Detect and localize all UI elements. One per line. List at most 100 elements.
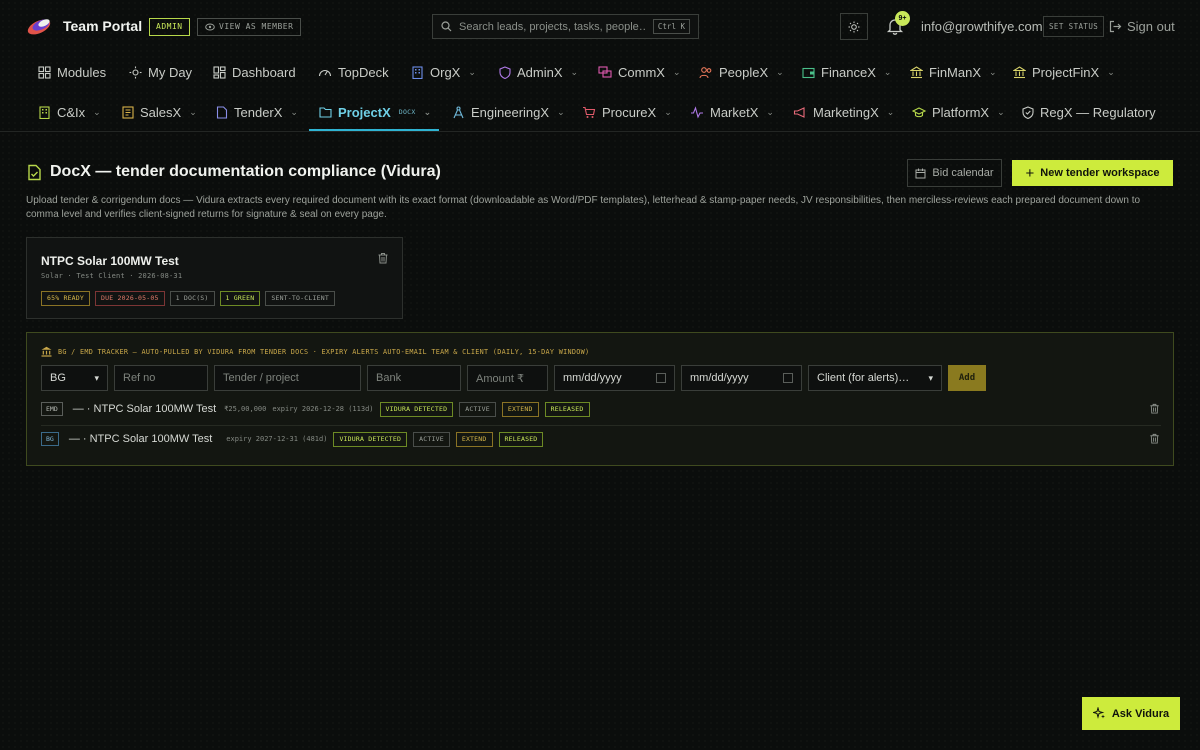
instrument-kind-badge: EMD xyxy=(41,402,63,416)
nav-item-peoplex[interactable]: PeopleX ⌄ xyxy=(699,56,784,88)
released-button[interactable]: RELEASED xyxy=(544,401,590,417)
sign-out-label: Sign out xyxy=(1127,19,1175,34)
new-workspace-label: New tender workspace xyxy=(1040,167,1160,179)
nav-item-topdeck[interactable]: TopDeck xyxy=(318,56,389,88)
file-check-icon xyxy=(26,164,43,181)
search-input[interactable] xyxy=(459,20,646,33)
plus-icon: + xyxy=(1025,164,1035,182)
nav-item-platformx[interactable]: PlatformX ⌄ xyxy=(912,96,1005,128)
nav-item-commx[interactable]: CommX ⌄ xyxy=(598,56,681,88)
chevron-down-icon: ⌄ xyxy=(989,66,997,77)
eye-icon xyxy=(205,23,215,31)
user-email[interactable]: info@growthifye.com xyxy=(921,19,1043,34)
nav-label: ProjectX xyxy=(338,104,391,120)
nav-item-marketingx[interactable]: MarketingX ⌄ xyxy=(793,96,894,128)
nav-item-modules[interactable]: Modules xyxy=(38,56,106,88)
extend-button[interactable]: EXTEND xyxy=(455,431,493,447)
nav-item-regx[interactable]: RegX — Regulatory xyxy=(1022,96,1156,128)
search-shortcut: Ctrl K xyxy=(652,19,690,34)
sparkle-icon xyxy=(1092,707,1105,719)
delete-row-button[interactable] xyxy=(1149,403,1161,415)
nav-item-my-day[interactable]: My Day xyxy=(129,56,192,88)
global-search[interactable]: Ctrl K xyxy=(432,14,699,39)
nav-item-projectfinx[interactable]: ProjectFinX ⌄ xyxy=(1013,56,1115,88)
issue-date-placeholder: mm/dd/yyyy xyxy=(563,372,622,384)
app-title[interactable]: Team Portal xyxy=(63,18,142,34)
bank-input[interactable]: Bank xyxy=(367,365,461,391)
nav-label: TenderX xyxy=(234,104,283,120)
chevron-down-icon: ⌄ xyxy=(766,106,774,117)
card-tags: 65% READY DUE 2026-05-05 1 DOC(S) 1 GREE… xyxy=(41,291,335,306)
doc-count-tag: 1 DOC(S) xyxy=(169,291,215,306)
building-icon xyxy=(39,105,50,119)
tender-project-input[interactable]: Tender / project xyxy=(214,365,361,391)
secondary-nav: C&Ix ⌄ SalesX ⌄ TenderX ⌄ ProjectX DOCX ⌄ E… xyxy=(0,96,1200,128)
nav-item-salesx[interactable]: SalesX ⌄ xyxy=(122,96,197,128)
bg-emd-tracker: BG / EMD TRACKER — AUTO-PULLED BY VIDURA… xyxy=(26,332,1174,466)
nav-item-orgx[interactable]: OrgX ⌄ xyxy=(411,56,476,88)
chevron-down-icon: ⌄ xyxy=(189,106,197,117)
nav-item-dashboard[interactable]: Dashboard xyxy=(213,56,296,88)
delete-workspace-button[interactable] xyxy=(377,252,389,264)
ref-no-input[interactable]: Ref no xyxy=(114,365,208,391)
nav-label: Dashboard xyxy=(232,64,296,80)
add-instrument-button[interactable]: Add xyxy=(948,365,986,391)
building-icon xyxy=(412,65,423,79)
bid-calendar-button[interactable]: Bid calendar xyxy=(907,159,1002,187)
nav-label: PeopleX xyxy=(719,64,769,80)
readiness-tag: 65% READY xyxy=(41,291,91,306)
active-status-button[interactable]: ACTIVE xyxy=(459,401,496,417)
tracker-row[interactable]: BG — · NTPC Solar 100MW Test expiry 2027… xyxy=(41,424,1161,454)
calendar-icon[interactable] xyxy=(656,373,666,383)
tender-project-placeholder: Tender / project xyxy=(223,372,299,384)
view-as-member-button[interactable]: VIEW AS MEMBER xyxy=(197,18,302,36)
theme-toggle-button[interactable] xyxy=(840,13,868,40)
chevron-down-icon: ▾ xyxy=(928,372,933,383)
nav-item-c-and-ix[interactable]: C&Ix ⌄ xyxy=(38,96,101,128)
nav-item-adminx[interactable]: AdminX ⌄ xyxy=(499,56,578,88)
nav-sub-label: DOCX xyxy=(398,108,416,116)
bank-icon xyxy=(1013,65,1026,78)
nav-label: PlatformX xyxy=(932,104,990,120)
nav-item-projectx[interactable]: ProjectX DOCX ⌄ xyxy=(319,96,431,128)
calendar-icon[interactable] xyxy=(783,373,793,383)
client-alert-select[interactable]: Client (for alerts)… ▾ xyxy=(808,365,942,391)
tender-workspace-card[interactable]: NTPC Solar 100MW Test Solar · Test Clien… xyxy=(26,237,403,319)
nav-item-financex[interactable]: FinanceX ⌄ xyxy=(802,56,891,88)
sign-out-button[interactable]: Sign out xyxy=(1109,19,1175,34)
card-meta: Solar · Test Client · 2026-08-31 xyxy=(41,272,183,280)
expiry-date-input[interactable]: mm/dd/yyyy xyxy=(681,365,802,391)
ask-vidura-button[interactable]: Ask Vidura xyxy=(1082,697,1180,730)
nav-item-tenderx[interactable]: TenderX ⌄ xyxy=(216,96,298,128)
new-tender-workspace-button[interactable]: + New tender workspace xyxy=(1012,160,1173,186)
vidura-detected-tag: VIDURA DETECTED xyxy=(379,401,454,417)
chevron-down-icon: ⌄ xyxy=(776,66,784,77)
set-status-button[interactable]: SET STATUS xyxy=(1043,16,1105,37)
amount-placeholder: Amount ₹ xyxy=(476,372,524,385)
megaphone-icon xyxy=(793,106,805,118)
amount-input[interactable]: Amount ₹ xyxy=(467,365,548,391)
portal-logo[interactable] xyxy=(26,16,54,36)
nav-item-engineeringx[interactable]: EngineeringX ⌄ xyxy=(452,96,565,128)
nav-item-finmanx[interactable]: FinManX ⌄ xyxy=(910,56,997,88)
grid-icon xyxy=(38,65,51,79)
nav-item-procurex[interactable]: ProcureX ⌄ xyxy=(582,96,672,128)
expiry-date-placeholder: mm/dd/yyyy xyxy=(690,372,749,384)
calendar-icon xyxy=(915,168,926,178)
nav-item-marketx[interactable]: MarketX ⌄ xyxy=(690,96,774,128)
folder-icon xyxy=(319,107,332,118)
extend-button[interactable]: EXTEND xyxy=(501,401,539,417)
file-icon xyxy=(216,105,228,119)
shield-icon xyxy=(499,65,511,79)
chevron-down-icon: ⌄ xyxy=(886,106,895,117)
nav-label: SalesX xyxy=(140,104,182,120)
delete-row-button[interactable] xyxy=(1149,433,1161,445)
issue-date-input[interactable]: mm/dd/yyyy xyxy=(554,365,675,391)
bank-placeholder: Bank xyxy=(376,372,402,384)
tracker-row[interactable]: EMD — · NTPC Solar 100MW Test ₹25,00,000… xyxy=(41,394,1161,424)
instrument-type-select[interactable]: BG ▾ xyxy=(41,365,108,391)
bank-icon xyxy=(910,65,923,78)
released-button[interactable]: RELEASED xyxy=(498,431,544,447)
active-status-button[interactable]: ACTIVE xyxy=(413,431,450,447)
trash-icon xyxy=(378,253,388,264)
